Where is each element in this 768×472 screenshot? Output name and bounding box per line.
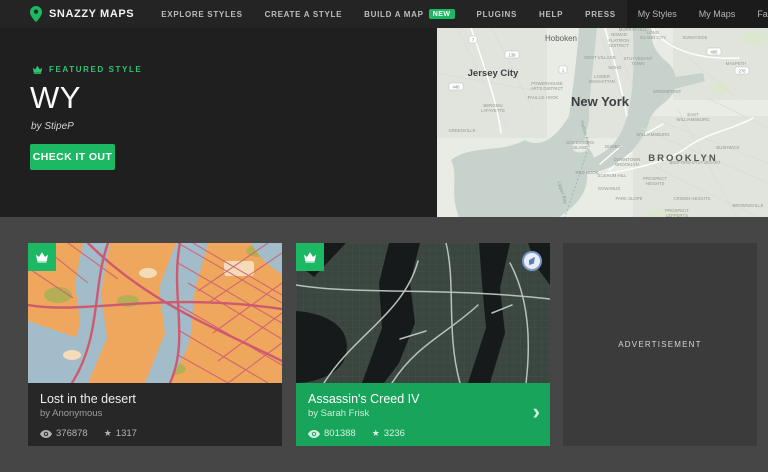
nav-explore-styles[interactable]: EXPLORE STYLES — [150, 0, 253, 28]
star-icon: ★ — [372, 429, 380, 438]
map-label: GREENPOINT — [653, 89, 682, 94]
style-title: Lost in the desert — [40, 392, 270, 406]
style-card-info: Assassin's Creed IV by Sarah Frisk 80138… — [296, 383, 550, 446]
check-it-out-button[interactable]: CHECK IT OUT — [30, 144, 115, 170]
style-title: Assassin's Creed IV — [308, 392, 538, 406]
road-shield-number: 495 — [711, 50, 719, 55]
hero-content: FEATURED STYLE WY by StipeP CHECK IT OUT — [30, 28, 430, 217]
favorites-count: 1317 — [116, 428, 137, 439]
road-shield-number: 278 — [739, 69, 747, 74]
map-label: WILLIAMSBURG — [637, 132, 671, 137]
map-label: ISLAND — [572, 145, 588, 150]
map-label: NOHO — [609, 65, 623, 70]
map-label: Hoboken — [545, 34, 577, 43]
map-label: RED HOOK — [576, 170, 599, 175]
map-label: Jersey City — [468, 68, 519, 79]
nav-favorites[interactable]: Favorites — [746, 9, 768, 19]
featured-crown-badge — [296, 243, 324, 271]
map-label: New York — [571, 94, 630, 109]
views-stat: 801388 — [308, 428, 356, 439]
map-label: LEFFERTS — [666, 213, 688, 217]
new-badge: NEW — [429, 9, 455, 19]
map-label: BOERUM HILL — [597, 173, 627, 178]
style-author: by Anonymous — [40, 408, 270, 419]
map-label: GOWANUS — [598, 186, 621, 191]
map-label: DUMBO — [605, 144, 622, 149]
map-label: CROWN HEIGHTS — [674, 196, 711, 201]
map-label: LAFAYETTE — [481, 108, 505, 113]
brand-logo[interactable]: SNAZZY MAPS — [30, 6, 134, 22]
crown-icon — [32, 65, 43, 74]
favorites-count: 3236 — [384, 428, 405, 439]
star-icon: ★ — [104, 429, 112, 438]
navbar: SNAZZY MAPS EXPLORE STYLES CREATE A STYL… — [0, 0, 768, 28]
map-label: SUNNYSIDE — [682, 35, 707, 40]
advertisement-placeholder: ADVERTISEMENT — [563, 243, 757, 446]
map-label: MASPETH — [726, 61, 747, 66]
views-stat: 376878 — [40, 428, 88, 439]
map-label: BUSHWICK — [716, 145, 739, 150]
map-label: PAULUS HOOK — [528, 95, 559, 100]
map-label: NOMAD — [611, 32, 627, 37]
map-pin-icon — [30, 6, 42, 22]
map-label: BEDFORD-STUYVESANT — [669, 160, 720, 165]
advertisement-label: ADVERTISEMENT — [618, 340, 701, 349]
map-label: WILLIAMSBURG — [677, 117, 711, 122]
style-card-info: Lost in the desert by Anonymous 376878 ★… — [28, 383, 282, 446]
nav-my-styles[interactable]: My Styles — [627, 9, 688, 19]
featured-style-map-preview[interactable]: 71394401495278 New YorkJersey CityHoboke… — [437, 28, 768, 217]
road-shield-number: 139 — [509, 53, 517, 58]
featured-style-eyebrow: FEATURED STYLE — [32, 65, 142, 74]
map-label: TOWN — [631, 61, 644, 66]
eye-icon — [308, 430, 320, 438]
map-label: DISTRICT — [609, 43, 629, 48]
map-label: MANHATTAN — [589, 79, 615, 84]
map-label: HEIGHTS — [645, 181, 664, 186]
style-author: by Sarah Frisk — [308, 408, 538, 419]
map-label: BROOKLYN — [615, 162, 639, 167]
favorites-stat: ★ 1317 — [104, 428, 137, 439]
thumbnail-map-dark — [296, 243, 550, 383]
featured-style-author: by StipeP — [31, 121, 74, 132]
featured-crown-badge — [28, 243, 56, 271]
favorites-stat: ★ 3236 — [372, 428, 405, 439]
style-card-assassins-creed-iv[interactable]: Assassin's Creed IV by Sarah Frisk 80138… — [296, 243, 550, 446]
style-stats: 801388 ★ 3236 — [308, 428, 538, 439]
map-label: ARTS DISTRICT — [531, 86, 564, 91]
nav-build-a-map[interactable]: BUILD A MAP NEW — [353, 0, 465, 28]
nav-press[interactable]: PRESS — [574, 0, 627, 28]
nav-help[interactable]: HELP — [528, 0, 574, 28]
map-label: ISLAND CITY — [640, 35, 667, 40]
featured-style-title: WY — [30, 80, 81, 116]
map-label: GREENVILLE — [449, 128, 476, 133]
crown-icon — [303, 251, 317, 263]
style-thumbnail[interactable] — [28, 243, 282, 383]
nav-create-a-style[interactable]: CREATE A STYLE — [254, 0, 354, 28]
views-count: 801388 — [324, 428, 356, 439]
crown-icon — [35, 251, 49, 263]
navbar-account-section: My Styles My Maps Favorites — [627, 0, 768, 28]
map-label: BROWNSVILLE — [732, 203, 763, 208]
featured-style-label: FEATURED STYLE — [49, 65, 142, 74]
nav-plugins[interactable]: PLUGINS — [466, 0, 528, 28]
style-thumbnail[interactable] — [296, 243, 550, 383]
thumbnail-map-desert — [28, 243, 282, 383]
nav-my-maps[interactable]: My Maps — [688, 9, 747, 19]
navbar-left: SNAZZY MAPS EXPLORE STYLES CREATE A STYL… — [0, 0, 627, 28]
eye-icon — [40, 430, 52, 438]
map-label: PARK SLOPE — [616, 196, 643, 201]
style-card-lost-in-the-desert[interactable]: Lost in the desert by Anonymous 376878 ★… — [28, 243, 282, 446]
map-canvas: 71394401495278 New YorkJersey CityHoboke… — [437, 28, 768, 217]
featured-style-hero: FEATURED STYLE WY by StipeP CHECK IT OUT — [0, 28, 768, 217]
road-shield-number: 440 — [453, 85, 461, 90]
map-label: WEST VILLAGE — [584, 55, 616, 60]
brand-name: SNAZZY MAPS — [49, 8, 134, 20]
views-count: 376878 — [56, 428, 88, 439]
chevron-right-icon[interactable]: › — [533, 401, 540, 423]
style-stats: 376878 ★ 1317 — [40, 428, 270, 439]
compass-icon — [523, 252, 541, 270]
